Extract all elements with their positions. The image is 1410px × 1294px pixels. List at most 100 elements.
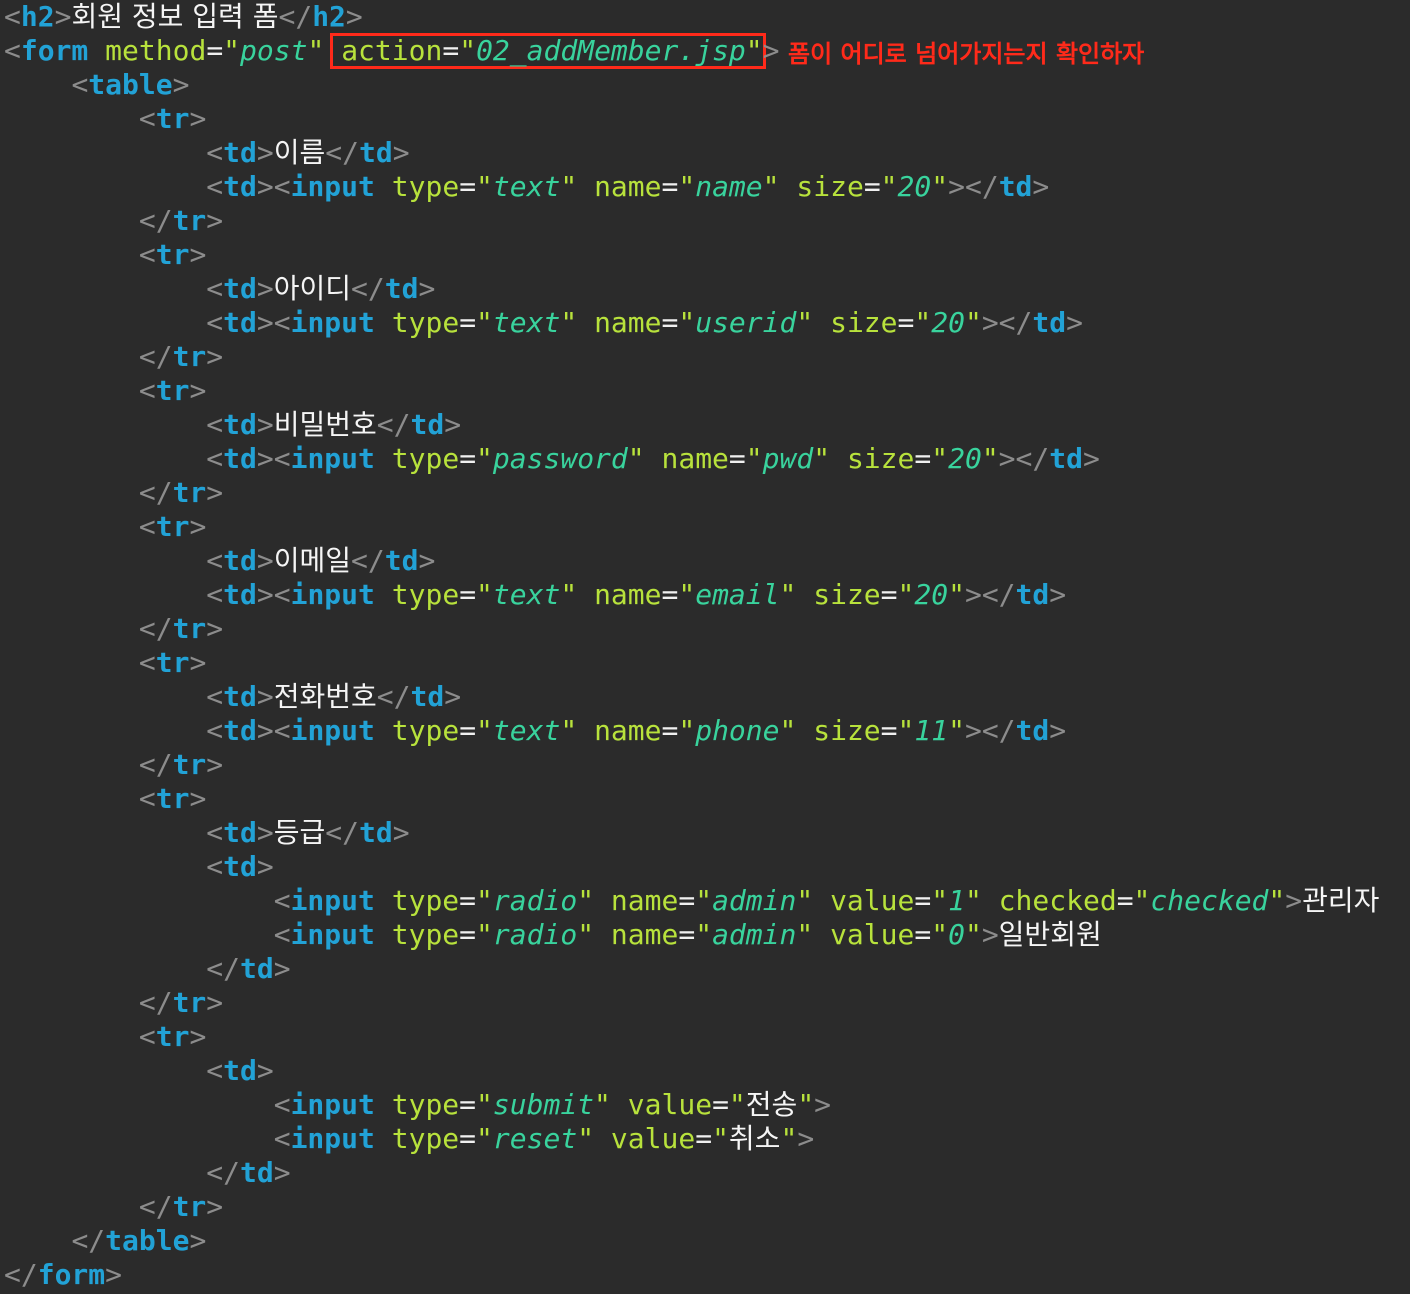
code-token: td [384, 272, 419, 305]
code-token: td [223, 408, 257, 441]
code-token: > [392, 136, 410, 169]
code-token: name [594, 170, 662, 203]
code-token: type [391, 714, 460, 747]
code-token: > [418, 272, 436, 305]
code-token: name [610, 918, 679, 951]
code-token: type [391, 918, 460, 951]
code-token: = [897, 306, 915, 339]
code-token: < [206, 544, 224, 577]
code-token: 11 [914, 714, 949, 747]
code-token: value [627, 1088, 713, 1121]
code-token: > [189, 782, 207, 815]
code-token: size [813, 714, 881, 747]
code-token: > [256, 1054, 274, 1087]
code-token: > [189, 1224, 207, 1257]
code-token: > [206, 986, 224, 1019]
code-token: > [206, 476, 224, 509]
code-token: " [745, 442, 763, 475]
code-line: <form method="post" action="02_addMember… [4, 34, 780, 68]
code-token: td [410, 680, 445, 713]
code-token: phone [695, 714, 780, 747]
code-token: email [695, 578, 780, 611]
code-token: " [678, 170, 696, 203]
code-token: " [560, 714, 578, 747]
code-token: 이름 [273, 136, 326, 169]
code-token: > [206, 204, 224, 237]
code-token: </ [138, 204, 173, 237]
code-line: <td><input type="text" name="phone" size… [4, 714, 1066, 748]
code-token: = [459, 1088, 477, 1121]
code-line: </tr> [4, 986, 223, 1020]
code-token: = [661, 714, 679, 747]
code-token: ></ [964, 578, 1016, 611]
code-token: " [728, 1088, 746, 1121]
code-line: <td>아이디</td> [4, 272, 435, 306]
code-token: form [20, 34, 89, 67]
code-token: tr [172, 986, 207, 1019]
code-token: name [594, 578, 662, 611]
code-token: h2 [20, 0, 55, 33]
code-line: </form> [4, 1258, 122, 1292]
code-token: " [577, 1122, 595, 1155]
code-token: >< [256, 578, 291, 611]
code-token: tr [172, 340, 207, 373]
code-token: " [948, 578, 965, 611]
code-token: = [661, 578, 679, 611]
code-line: <tr> [4, 782, 206, 816]
code-token: tr [155, 510, 190, 543]
code-token: </ [206, 1156, 241, 1189]
code-token: text [492, 578, 561, 611]
code-token: > [1032, 170, 1050, 203]
code-token: td [240, 952, 274, 985]
code-token: > [206, 340, 224, 373]
code-line: </tr> [4, 1190, 223, 1224]
code-token: input [290, 170, 375, 203]
code-line: </td> [4, 1156, 290, 1190]
code-token: " [560, 306, 578, 339]
code-token: = [880, 714, 898, 747]
code-token: checked [1150, 884, 1269, 917]
code-token: 회원 정보 입력 폼 [71, 0, 279, 33]
code-editor[interactable]: 폼이 어디로 넘어가지는지 확인하자 <h2>회원 정보 입력 폼</h2> <f… [0, 0, 1410, 1294]
code-token: " [931, 442, 949, 475]
code-token: < [4, 0, 21, 33]
code-token: admin [712, 918, 797, 951]
code-token: tr [155, 1020, 190, 1053]
code-token: < [138, 510, 156, 543]
code-token: = [914, 884, 932, 917]
code-token: value [610, 1122, 696, 1155]
code-token: " [476, 578, 493, 611]
code-line: </table> [4, 1224, 206, 1258]
code-token: > [189, 102, 207, 135]
code-token: post [240, 34, 308, 67]
code-token: < [206, 714, 224, 747]
code-token: " [745, 34, 763, 67]
code-line: <tr> [4, 510, 206, 544]
code-token: name [610, 884, 679, 917]
code-token: < [206, 850, 224, 883]
code-token: > [273, 952, 291, 985]
code-token: " [678, 306, 696, 339]
